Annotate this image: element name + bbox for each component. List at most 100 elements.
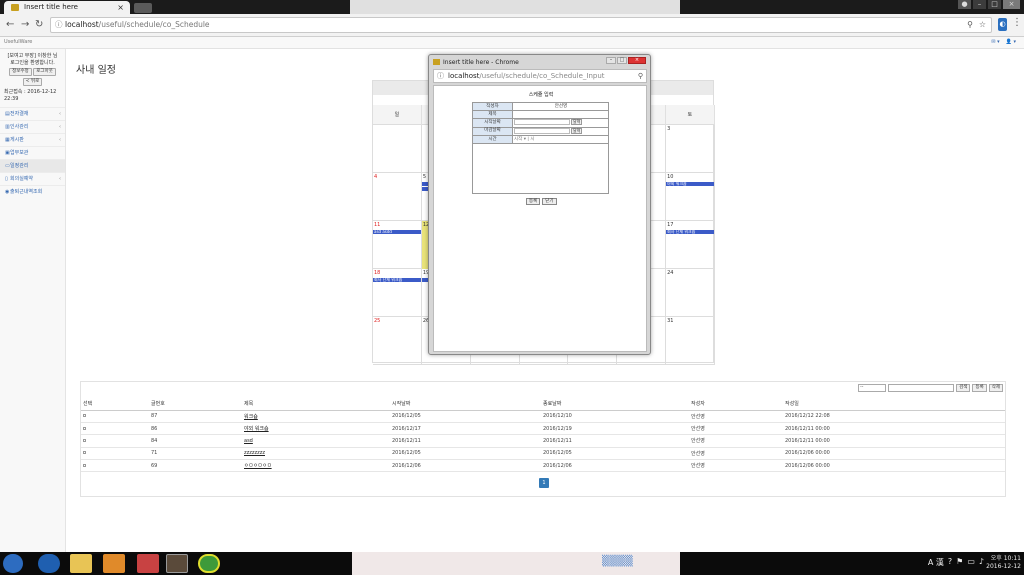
pagination-page-1[interactable]: 1: [539, 478, 549, 488]
calendar-day[interactable]: [373, 125, 422, 173]
table-row: 87 워크숍 2016/12/05 2016/12/10 안선영 2016/12…: [81, 410, 1005, 423]
table-row: 86 야외 워크숍 2016/12/17 2016/12/19 안선영 2016…: [81, 422, 1005, 436]
calendar-event[interactable]: 회사 단체 워크숍: [373, 278, 421, 282]
top-nav-icons: ✉ ▾ 👤 ▾: [991, 39, 1016, 45]
calendar-event[interactable]: 야외 워크숍: [666, 182, 714, 186]
minimize-button[interactable]: –: [973, 0, 986, 9]
app-icon[interactable]: [137, 554, 159, 573]
zoom-icon[interactable]: ⚲: [967, 18, 973, 32]
search-input[interactable]: [888, 384, 955, 392]
sidebar-item-approval[interactable]: ▤전자결재 ‹: [0, 107, 65, 120]
row-checkbox[interactable]: [83, 426, 86, 430]
new-tab-button[interactable]: [134, 3, 152, 13]
site-info-icon[interactable]: ⓘ: [55, 18, 63, 32]
eclipse-icon[interactable]: [166, 554, 188, 573]
profile-icon[interactable]: ●: [958, 0, 971, 9]
chrome-icon[interactable]: [198, 554, 220, 573]
sidebar-item-board[interactable]: ▦게시판 ‹: [0, 133, 65, 146]
search-type-select[interactable]: --: [858, 384, 887, 392]
start-button[interactable]: [3, 554, 23, 573]
submit-button[interactable]: 등록: [526, 198, 541, 205]
popup-maximize-button[interactable]: □: [617, 57, 627, 64]
content-textarea[interactable]: [472, 138, 609, 194]
dow-sat: 토: [666, 105, 715, 125]
start-calendar-button[interactable]: 달력: [571, 119, 583, 125]
bookmark-star-icon[interactable]: ☆: [979, 18, 986, 32]
row-title-link[interactable]: zzzzzzzz: [242, 447, 390, 461]
calendar-day[interactable]: 25: [373, 317, 422, 365]
calendar-event[interactable]: asd asdd: [373, 230, 421, 234]
sidebar-item-archive[interactable]: ▣업무보관: [0, 146, 65, 159]
schedule-list-panel: -- 검색 등록 삭제 선택 글번호 제목 시작날짜 종료날짜 작성자 작성일: [80, 381, 1006, 497]
clock[interactable]: 오후 10:11 2016-12-12: [986, 555, 1021, 571]
help-icon[interactable]: ?: [948, 557, 952, 568]
row-checkbox[interactable]: [83, 451, 86, 455]
list-toolbar: -- 검색 등록 삭제: [858, 384, 1003, 392]
sidebar-item-meeting-room[interactable]: ▯ 회의실예약 ‹: [0, 172, 65, 185]
delete-button[interactable]: 삭제: [988, 384, 1003, 392]
popup-close-button[interactable]: ×: [628, 57, 646, 64]
dow-sun: 일: [373, 105, 422, 125]
search-button[interactable]: 검색: [956, 384, 971, 392]
volume-icon[interactable]: ♪: [979, 557, 984, 568]
reload-icon[interactable]: ↻: [35, 19, 43, 30]
end-date-input[interactable]: [514, 127, 570, 134]
calendar-day[interactable]: 11 asd asdd: [373, 221, 422, 269]
col-number: 글번호: [149, 398, 242, 411]
back-arrow-icon[interactable]: ←: [6, 19, 14, 30]
popup-minimize-button[interactable]: –: [606, 57, 616, 64]
sidebar-item-schedule[interactable]: ▭일정관리: [0, 159, 65, 172]
calendar-day[interactable]: 17 회사 단체 워크숍: [666, 221, 715, 269]
maximize-button[interactable]: □: [988, 0, 1001, 9]
row-title-link[interactable]: ㅇㅁㅇㅁㅇㅁ: [242, 459, 390, 473]
calendar-day[interactable]: 3: [666, 125, 715, 173]
close-button[interactable]: 닫기: [542, 198, 557, 205]
mail-icon[interactable]: ✉ ▾: [991, 39, 999, 45]
address-bar[interactable]: ⓘ localhost/useful/schedule/co_Schedule …: [50, 17, 992, 33]
calendar-event[interactable]: 회사 단체 워크숍: [666, 230, 714, 234]
popup-favicon-icon: [433, 59, 440, 65]
calendar-day[interactable]: 10 야외 워크숍: [666, 173, 715, 221]
tray-ime[interactable]: A 漢: [928, 557, 944, 568]
writer-label: 작성자: [472, 102, 513, 111]
network-icon[interactable]: ▭: [967, 557, 975, 568]
row-checkbox[interactable]: [83, 414, 86, 418]
row-title-link[interactable]: asd: [242, 434, 390, 448]
row-title-link[interactable]: 야외 워크숍: [242, 422, 390, 436]
sidebar-item-hr[interactable]: ▥인사관리 ‹: [0, 120, 65, 133]
writer-value: 안선영: [512, 102, 609, 111]
edit-profile-button[interactable]: 정보수정: [9, 68, 32, 76]
popup-address-bar[interactable]: ⓘ localhost/useful/schedule/co_Schedule_…: [433, 69, 647, 83]
row-title-link[interactable]: 워크숍: [242, 410, 390, 423]
tab-close-icon[interactable]: ×: [117, 1, 124, 14]
browser-tab[interactable]: Insert title here ×: [4, 1, 130, 14]
sidebar-item-attendance[interactable]: ◉출퇴근내역조회: [0, 185, 65, 198]
chrome-menu-icon[interactable]: ⋮: [1012, 17, 1022, 28]
col-select: 선택: [81, 398, 149, 411]
logout-button[interactable]: 로그아웃: [33, 68, 56, 76]
media-player-icon[interactable]: [103, 554, 125, 573]
calendar-day[interactable]: 4: [373, 173, 422, 221]
register-button[interactable]: 등록: [972, 384, 987, 392]
title-input[interactable]: [512, 110, 609, 119]
user-icon[interactable]: 👤 ▾: [1006, 39, 1016, 45]
window-close-button[interactable]: ×: [1003, 0, 1020, 9]
end-calendar-button[interactable]: 달력: [571, 127, 583, 134]
last-login-time: 최근접속 : 2016-12-12 22:39: [4, 89, 57, 102]
calendar-day[interactable]: 24: [666, 269, 715, 317]
ie-icon[interactable]: [38, 554, 60, 573]
page-title: 사내 일정: [76, 65, 116, 76]
brand-logo[interactable]: UsefulWare: [4, 39, 32, 45]
calendar-day[interactable]: 31: [666, 317, 715, 365]
back-button[interactable]: < 뒤로: [22, 78, 43, 86]
row-checkbox[interactable]: [83, 438, 86, 442]
forward-arrow-icon[interactable]: →: [21, 19, 29, 30]
calendar-day[interactable]: 18 회사 단체 워크숍: [373, 269, 422, 317]
explorer-icon[interactable]: [70, 554, 92, 573]
search-icon[interactable]: ⚲: [638, 70, 643, 82]
site-info-icon[interactable]: ⓘ: [437, 70, 444, 82]
flag-icon[interactable]: ⚑: [956, 557, 963, 568]
extension-icon[interactable]: ◐: [998, 18, 1007, 31]
start-date-input[interactable]: [514, 119, 570, 125]
row-checkbox[interactable]: [83, 463, 86, 467]
